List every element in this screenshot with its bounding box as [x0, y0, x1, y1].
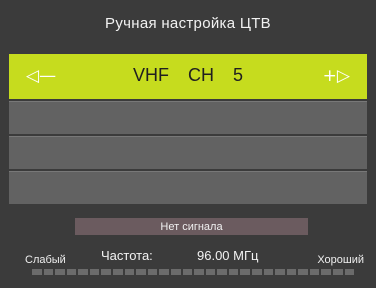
signal-strength-segment: [43, 269, 54, 275]
dtv-manual-tuning-screen: Ручная настройка ЦТВ ◁— VHF CH 5 +▷ Нет …: [0, 0, 376, 288]
channel-increase-icon[interactable]: +▷: [323, 66, 350, 86]
signal-strength-segment: [251, 269, 262, 275]
signal-strength-segment: [78, 269, 88, 275]
channel-selector[interactable]: ◁— VHF CH 5 +▷: [9, 54, 367, 99]
channel-number: 5: [233, 65, 244, 85]
signal-strength-segment: [240, 269, 250, 275]
signal-strength-segment: [217, 269, 227, 275]
frequency-value: 96.00 МГц: [197, 248, 259, 263]
menu-row-empty: [9, 101, 367, 134]
signal-strength-segment: [298, 269, 308, 275]
signal-strength-segment: [333, 269, 343, 275]
signal-strength-segment: [113, 269, 123, 275]
signal-strength-segment: [136, 269, 146, 275]
menu-row-empty: [9, 136, 367, 169]
channel-value: VHF CH 5: [9, 65, 367, 86]
signal-strength-segment: [170, 269, 181, 275]
signal-strength-segment: [159, 269, 169, 275]
signal-strength-segment: [344, 269, 355, 275]
signal-strength-segment: [263, 269, 274, 275]
menu-row-empty: [9, 171, 367, 204]
signal-strength-segment: [309, 269, 320, 275]
signal-strength-segment: [321, 269, 332, 275]
signal-status-badge: Нет сигнала: [75, 218, 308, 235]
band-label: VHF: [132, 65, 169, 85]
signal-strength-segment: [55, 269, 65, 275]
signal-strength-segment: [66, 269, 77, 275]
signal-strength-segment: [228, 269, 239, 275]
signal-strength-segment: [89, 269, 100, 275]
signal-strong-label: Хороший: [317, 254, 364, 266]
frequency-label: Частота:: [101, 248, 153, 263]
screen-title: Ручная настройка ЦТВ: [0, 0, 376, 47]
signal-strength-segment: [275, 269, 285, 275]
signal-strength-segment: [286, 269, 297, 275]
signal-strength-bar: [32, 269, 355, 275]
channel-label: CH: [187, 65, 214, 85]
signal-strength-segment: [124, 269, 135, 275]
signal-strength-segment: [182, 269, 193, 275]
signal-strength-segment: [147, 269, 158, 275]
signal-weak-label: Слабый: [25, 254, 66, 266]
signal-strength-segment: [194, 269, 204, 275]
signal-strength-segment: [101, 269, 112, 275]
signal-strength-segment: [205, 269, 216, 275]
signal-strength-segment: [32, 269, 42, 275]
